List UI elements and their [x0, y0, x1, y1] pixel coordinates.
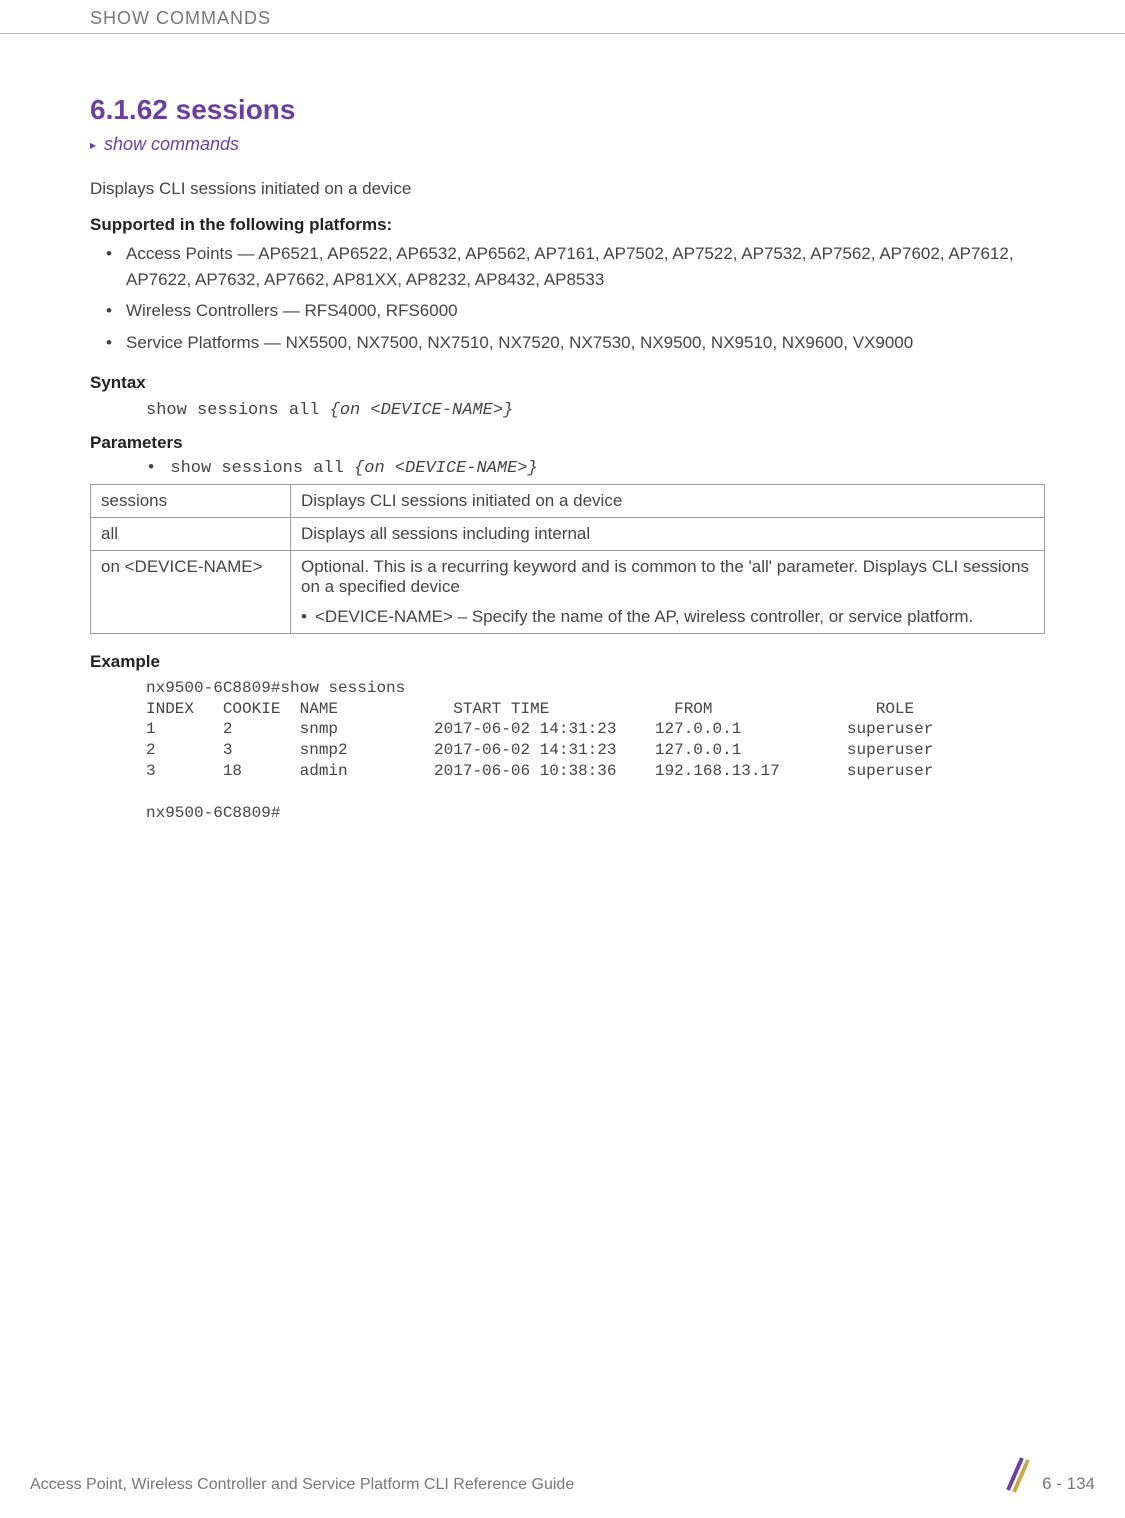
param-desc-text: Optional. This is a recurring keyword an…	[301, 557, 1029, 596]
param-name: all	[91, 517, 291, 550]
footer-guide-title: Access Point, Wireless Controller and Se…	[30, 1476, 574, 1494]
table-row: all Displays all sessions including inte…	[91, 517, 1045, 550]
page-footer: Access Point, Wireless Controller and Se…	[0, 1454, 1125, 1494]
page-header: SHOW COMMANDS	[0, 0, 1125, 34]
table-row: on <DEVICE-NAME> Optional. This is a rec…	[91, 550, 1045, 633]
breadcrumb-link[interactable]: show commands	[104, 134, 1045, 155]
page-content: 6.1.62 sessions show commands Displays C…	[0, 34, 1125, 843]
syntax-code: show sessions all {on <DEVICE-NAME>}	[146, 399, 1045, 423]
footer-slash-icon	[1004, 1454, 1030, 1494]
param-name: on <DEVICE-NAME>	[91, 550, 291, 633]
parameters-heading: Parameters	[90, 433, 1045, 453]
syntax-heading: Syntax	[90, 373, 1045, 393]
footer-page-number: 6 - 134	[1042, 1474, 1095, 1494]
section-description: Displays CLI sessions initiated on a dev…	[90, 179, 1045, 199]
list-item: Wireless Controllers — RFS4000, RFS6000	[126, 298, 1045, 324]
param-italic: {on <DEVICE-NAME>}	[354, 459, 538, 478]
supported-list: Access Points — AP6521, AP6522, AP6532, …	[90, 241, 1045, 355]
syntax-italic: {on <DEVICE-NAME>}	[330, 401, 514, 420]
bullet: •	[146, 459, 156, 478]
param-desc: Displays all sessions including internal	[291, 517, 1045, 550]
param-desc: Displays CLI sessions initiated on a dev…	[291, 484, 1045, 517]
table-row: sessions Displays CLI sessions initiated…	[91, 484, 1045, 517]
syntax-plain: show sessions all	[146, 401, 330, 420]
header-title: SHOW COMMANDS	[90, 8, 271, 29]
section-title: 6.1.62 sessions	[90, 94, 1045, 126]
list-item: Access Points — AP6521, AP6522, AP6532, …	[126, 241, 1045, 292]
param-sub-item: <DEVICE-NAME> – Specify the name of the …	[301, 607, 1034, 627]
example-heading: Example	[90, 652, 1045, 672]
param-desc: Optional. This is a recurring keyword an…	[291, 550, 1045, 633]
parameters-table: sessions Displays CLI sessions initiated…	[90, 484, 1045, 634]
param-plain: show sessions all	[160, 459, 354, 478]
list-item: Service Platforms — NX5500, NX7500, NX75…	[126, 330, 1045, 356]
param-name: sessions	[91, 484, 291, 517]
parameter-line: • show sessions all {on <DEVICE-NAME>}	[146, 459, 1045, 478]
supported-heading: Supported in the following platforms:	[90, 215, 1045, 235]
example-code: nx9500-6C8809#show sessions INDEX COOKIE…	[146, 678, 1045, 824]
